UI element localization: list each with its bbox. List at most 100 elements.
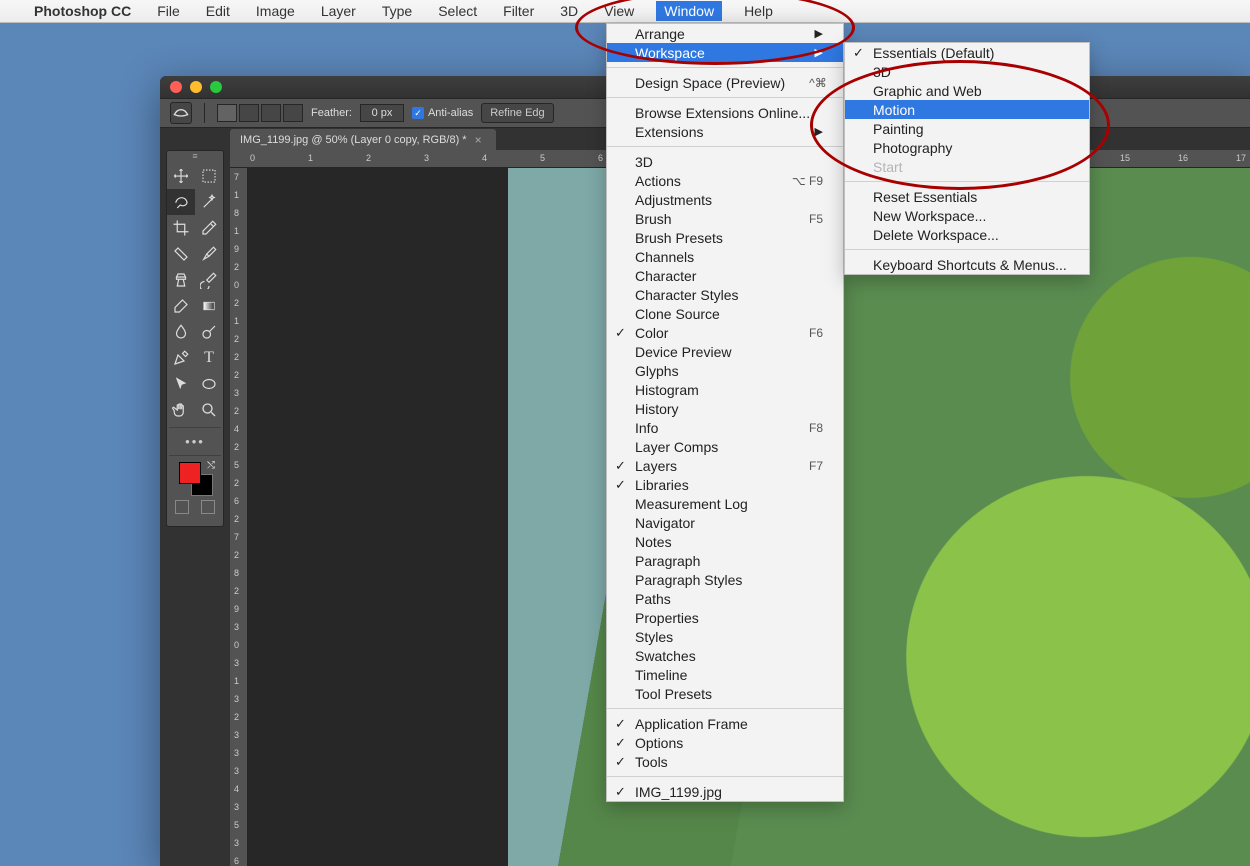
menu-item-workspace-preset[interactable]: Photography bbox=[845, 138, 1089, 157]
window-close-button[interactable] bbox=[170, 81, 182, 93]
menu-item-panel[interactable]: Paths bbox=[607, 589, 843, 608]
selection-add[interactable] bbox=[239, 104, 259, 122]
antialias-checkbox[interactable]: ✓ Anti-alias bbox=[412, 107, 473, 119]
app-name[interactable]: Photoshop CC bbox=[30, 1, 135, 21]
menu-select[interactable]: Select bbox=[434, 1, 481, 21]
menu-item-panel[interactable]: Paragraph Styles bbox=[607, 570, 843, 589]
menu-item-keyboard-shortcuts[interactable]: Keyboard Shortcuts & Menus... bbox=[845, 255, 1089, 274]
menu-item-open-doc[interactable]: ✓ IMG_1199.jpg bbox=[607, 782, 843, 801]
menu-item-frame[interactable]: ✓Tools bbox=[607, 752, 843, 771]
menu-item-workspace-preset[interactable]: 3D bbox=[845, 62, 1089, 81]
menu-item-panel[interactable]: Glyphs bbox=[607, 361, 843, 380]
menu-item-panel[interactable]: Actions⌥ F9 bbox=[607, 171, 843, 190]
tool-move[interactable] bbox=[167, 163, 195, 189]
menu-3d[interactable]: 3D bbox=[556, 1, 582, 21]
menu-window[interactable]: Window bbox=[656, 1, 722, 21]
menu-item-panel[interactable]: Tool Presets bbox=[607, 684, 843, 703]
window-minimize-button[interactable] bbox=[190, 81, 202, 93]
menu-item-panel[interactable]: BrushF5 bbox=[607, 209, 843, 228]
toolbox-handle[interactable]: ≡ bbox=[167, 151, 223, 163]
menu-item-panel[interactable]: Paragraph bbox=[607, 551, 843, 570]
menu-item-panel[interactable]: Channels bbox=[607, 247, 843, 266]
menu-item-workspace-preset[interactable]: Painting bbox=[845, 119, 1089, 138]
menu-item-browse-extensions[interactable]: Browse Extensions Online... bbox=[607, 103, 843, 122]
tool-blur[interactable] bbox=[167, 319, 195, 345]
tool-path-select[interactable] bbox=[167, 371, 195, 397]
menu-image[interactable]: Image bbox=[252, 1, 299, 21]
foreground-color[interactable] bbox=[179, 462, 201, 484]
selection-intersect[interactable] bbox=[283, 104, 303, 122]
menu-item-panel[interactable]: InfoF8 bbox=[607, 418, 843, 437]
menu-item-panel[interactable]: ✓Libraries bbox=[607, 475, 843, 494]
vertical-ruler[interactable]: 7181920212223242526272829303132333435363… bbox=[230, 168, 248, 866]
tool-lasso[interactable] bbox=[167, 189, 195, 215]
menu-item-frame[interactable]: ✓Application Frame bbox=[607, 714, 843, 733]
menu-item-panel[interactable]: Navigator bbox=[607, 513, 843, 532]
menu-item-arrange[interactable]: Arrange ▶ bbox=[607, 24, 843, 43]
tool-eraser[interactable] bbox=[167, 293, 195, 319]
menu-item-panel[interactable]: ✓ColorF6 bbox=[607, 323, 843, 342]
menu-type[interactable]: Type bbox=[378, 1, 416, 21]
swap-colors-icon[interactable]: ⤭ bbox=[207, 460, 215, 471]
selection-new[interactable] bbox=[217, 104, 237, 122]
tool-type[interactable]: T bbox=[195, 345, 223, 371]
menu-item-panel[interactable]: Character bbox=[607, 266, 843, 285]
window-zoom-button[interactable] bbox=[210, 81, 222, 93]
menu-item-panel[interactable]: Measurement Log bbox=[607, 494, 843, 513]
menu-item-new-workspace[interactable]: New Workspace... bbox=[845, 206, 1089, 225]
selection-subtract[interactable] bbox=[261, 104, 281, 122]
menu-item-reset-essentials[interactable]: Reset Essentials bbox=[845, 187, 1089, 206]
menu-item-panel[interactable]: Properties bbox=[607, 608, 843, 627]
menu-item-panel[interactable]: Histogram bbox=[607, 380, 843, 399]
menu-item-panel[interactable]: Brush Presets bbox=[607, 228, 843, 247]
menu-item-delete-workspace[interactable]: Delete Workspace... bbox=[845, 225, 1089, 244]
menu-item-workspace-preset[interactable]: Motion bbox=[845, 100, 1089, 119]
menu-item-panel[interactable]: ✓LayersF7 bbox=[607, 456, 843, 475]
quick-mask-icon[interactable] bbox=[175, 500, 189, 514]
feather-input[interactable]: 0 px bbox=[360, 104, 404, 122]
color-swatches[interactable]: ⤭ bbox=[173, 460, 219, 494]
tool-ellipse-shape[interactable] bbox=[195, 371, 223, 397]
menu-item-panel[interactable]: Character Styles bbox=[607, 285, 843, 304]
tool-dodge[interactable] bbox=[195, 319, 223, 345]
menu-item-workspace[interactable]: Workspace ▶ bbox=[607, 43, 843, 62]
menu-item-panel[interactable]: Styles bbox=[607, 627, 843, 646]
menu-item-panel[interactable]: Notes bbox=[607, 532, 843, 551]
tool-zoom[interactable] bbox=[195, 397, 223, 423]
tool-eyedropper[interactable] bbox=[195, 215, 223, 241]
tool-clone[interactable] bbox=[167, 267, 195, 293]
menu-item-workspace-preset[interactable]: Graphic and Web bbox=[845, 81, 1089, 100]
tool-magic-wand[interactable] bbox=[195, 189, 223, 215]
close-icon[interactable]: × bbox=[475, 133, 482, 147]
menu-item-design-space[interactable]: Design Space (Preview) ^⌘ bbox=[607, 73, 843, 92]
menu-item-panel[interactable]: History bbox=[607, 399, 843, 418]
current-tool-icon[interactable] bbox=[170, 102, 192, 124]
menu-filter[interactable]: Filter bbox=[499, 1, 538, 21]
menu-item-workspace-preset[interactable]: ✓Essentials (Default) bbox=[845, 43, 1089, 62]
menu-edit[interactable]: Edit bbox=[202, 1, 234, 21]
menu-item-frame[interactable]: ✓Options bbox=[607, 733, 843, 752]
tool-spot-heal[interactable] bbox=[167, 241, 195, 267]
refine-edge-button[interactable]: Refine Edg bbox=[481, 103, 553, 123]
tool-pen[interactable] bbox=[167, 345, 195, 371]
toolbox-more[interactable]: ••• bbox=[167, 432, 223, 451]
tool-gradient[interactable] bbox=[195, 293, 223, 319]
menu-help[interactable]: Help bbox=[740, 1, 777, 21]
menu-item-panel[interactable]: Timeline bbox=[607, 665, 843, 684]
tool-brush[interactable] bbox=[195, 241, 223, 267]
menu-item-panel[interactable]: Adjustments bbox=[607, 190, 843, 209]
menu-item-panel[interactable]: 3D bbox=[607, 152, 843, 171]
menu-item-panel[interactable]: Layer Comps bbox=[607, 437, 843, 456]
menu-item-extensions[interactable]: Extensions ▶ bbox=[607, 122, 843, 141]
menu-view[interactable]: View bbox=[600, 1, 638, 21]
menu-item-panel[interactable]: Clone Source bbox=[607, 304, 843, 323]
tool-crop[interactable] bbox=[167, 215, 195, 241]
tool-marquee[interactable] bbox=[195, 163, 223, 189]
tool-history-brush[interactable] bbox=[195, 267, 223, 293]
menu-item-panel[interactable]: Swatches bbox=[607, 646, 843, 665]
tool-hand[interactable] bbox=[167, 397, 195, 423]
document-tab[interactable]: IMG_1199.jpg @ 50% (Layer 0 copy, RGB/8)… bbox=[230, 129, 496, 150]
menu-item-panel[interactable]: Device Preview bbox=[607, 342, 843, 361]
screen-mode-icon[interactable] bbox=[201, 500, 215, 514]
menu-file[interactable]: File bbox=[153, 1, 184, 21]
